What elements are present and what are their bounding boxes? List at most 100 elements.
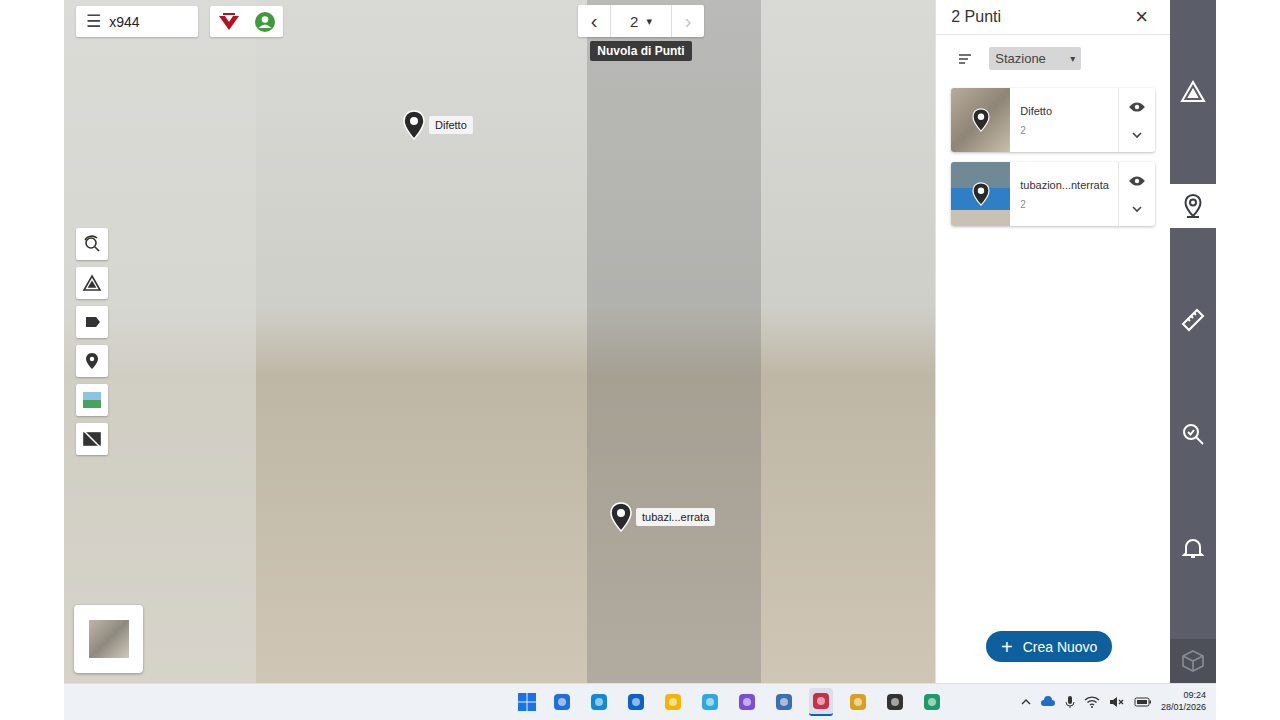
taskbar-app[interactable] bbox=[846, 688, 870, 716]
taskbar-app[interactable] bbox=[624, 688, 648, 716]
station-dropdown[interactable]: 2▾ bbox=[610, 5, 672, 37]
taskbar-app[interactable] bbox=[698, 688, 722, 716]
sort-value: Stazione bbox=[995, 51, 1046, 66]
battery-icon[interactable] bbox=[1134, 697, 1152, 707]
rail-button[interactable] bbox=[1170, 70, 1216, 114]
app-window: ☰x944 ‹2▾›Nuvola di Punti Difetto tubazi...… bbox=[64, 0, 1216, 683]
search-360-icon bbox=[82, 234, 102, 254]
point-card[interactable]: Difetto 2 bbox=[951, 88, 1155, 152]
chevron-down-icon[interactable] bbox=[1131, 205, 1143, 213]
panorama-viewer[interactable]: ☰x944 ‹2▾›Nuvola di Punti Difetto tubazi...… bbox=[64, 0, 935, 683]
sort-row: Stazione ▾ bbox=[936, 35, 1170, 82]
points-list: Difetto 2 tubazion...nterrata 2 bbox=[936, 82, 1170, 226]
point-info: Difetto 2 bbox=[1010, 88, 1118, 152]
tool-button[interactable] bbox=[76, 267, 108, 299]
app-icon bbox=[811, 691, 831, 711]
point-actions bbox=[1118, 162, 1155, 226]
user-icon[interactable] bbox=[254, 11, 276, 33]
tool-button[interactable] bbox=[76, 306, 108, 338]
taskbar-apps bbox=[327, 688, 944, 716]
prev-button[interactable]: ‹ bbox=[578, 5, 610, 37]
map-pin[interactable]: tubazi...errata bbox=[609, 502, 715, 532]
taskbar-app[interactable] bbox=[809, 688, 833, 716]
points-panel: 2 Punti×Stazione▾Difetto2tubazion...nter… bbox=[935, 0, 1170, 683]
dropdown-icon: ▾ bbox=[1070, 53, 1075, 64]
station-selector: ‹2▾› bbox=[578, 5, 704, 37]
speaker-muted-icon[interactable] bbox=[1109, 696, 1125, 708]
app-icon bbox=[589, 692, 609, 712]
taskbar-app[interactable] bbox=[661, 688, 685, 716]
point-name: tubazion...nterrata bbox=[1020, 179, 1114, 191]
create-button[interactable]: + Crea Nuovo bbox=[986, 631, 1112, 662]
app-icon bbox=[848, 692, 868, 712]
minimap-thumbnail[interactable] bbox=[74, 605, 143, 673]
rail-button[interactable] bbox=[1170, 184, 1216, 228]
tool-button[interactable] bbox=[76, 228, 108, 260]
point-name: Difetto bbox=[1020, 105, 1114, 117]
account-box bbox=[210, 6, 283, 37]
taskbar-app[interactable] bbox=[883, 688, 907, 716]
rail-button[interactable] bbox=[1170, 412, 1216, 456]
app-icon bbox=[885, 692, 905, 712]
eye-icon[interactable] bbox=[1129, 175, 1145, 187]
taskbar-app[interactable] bbox=[920, 688, 944, 716]
taskbar-app[interactable] bbox=[587, 688, 611, 716]
image-off-icon bbox=[82, 429, 102, 449]
rail-button[interactable] bbox=[1170, 526, 1216, 570]
sort-select[interactable]: Stazione ▾ bbox=[989, 47, 1081, 70]
panel-footer: + Crea Nuovo bbox=[936, 631, 1170, 683]
pin-icon bbox=[1180, 193, 1206, 219]
left-toolbar bbox=[76, 228, 108, 455]
plus-icon: + bbox=[1001, 637, 1013, 657]
pin-label: tubazi...errata bbox=[636, 508, 715, 526]
point-count: 2 bbox=[1020, 125, 1114, 136]
taskbar-app[interactable] bbox=[550, 688, 574, 716]
time: 09:24 bbox=[1183, 690, 1206, 702]
cloud-icon[interactable] bbox=[1040, 695, 1056, 709]
map-pin[interactable]: Difetto bbox=[402, 110, 473, 140]
clock[interactable]: 09:2428/01/2026 bbox=[1161, 690, 1206, 713]
point-thumbnail bbox=[951, 162, 1010, 226]
point-count: 2 bbox=[1020, 199, 1114, 210]
point-card[interactable]: tubazion...nterrata 2 bbox=[951, 162, 1155, 226]
rail-bottom-button[interactable] bbox=[1170, 639, 1216, 683]
point-info: tubazion...nterrata 2 bbox=[1010, 162, 1118, 226]
minimap-image bbox=[89, 620, 129, 658]
pin-icon bbox=[402, 110, 426, 140]
taskbar-app[interactable] bbox=[772, 688, 796, 716]
chevron-down-icon[interactable] bbox=[1131, 131, 1143, 139]
system-tray: 09:2428/01/2026 bbox=[944, 690, 1217, 713]
point-actions bbox=[1118, 88, 1155, 152]
app-icon bbox=[922, 692, 942, 712]
station-nav: ‹2▾›Nuvola di Punti bbox=[578, 5, 704, 61]
microphone-icon[interactable] bbox=[1065, 695, 1075, 709]
logo-icon[interactable] bbox=[217, 12, 241, 32]
cube-icon bbox=[1180, 648, 1206, 674]
windows-start-icon[interactable] bbox=[517, 692, 537, 712]
pin-icon bbox=[609, 502, 633, 532]
menu-icon[interactable]: ☰ bbox=[86, 11, 101, 32]
tool-button[interactable] bbox=[76, 345, 108, 377]
app-icon bbox=[663, 692, 683, 712]
taskbar-app[interactable] bbox=[735, 688, 759, 716]
project-menu[interactable]: ☰x944 bbox=[76, 6, 198, 37]
tool-button[interactable] bbox=[76, 384, 108, 416]
sort-icon[interactable] bbox=[958, 53, 972, 65]
close-button[interactable]: × bbox=[1135, 6, 1148, 28]
tool-button[interactable] bbox=[76, 423, 108, 455]
triangle-icon bbox=[82, 273, 102, 293]
eye-icon[interactable] bbox=[1129, 101, 1145, 113]
rail-button[interactable] bbox=[1170, 298, 1216, 342]
chevron-up-icon[interactable] bbox=[1021, 698, 1031, 706]
app-icon bbox=[737, 692, 757, 712]
create-label: Crea Nuovo bbox=[1023, 639, 1098, 655]
right-rail bbox=[1170, 0, 1216, 683]
next-button: › bbox=[672, 5, 704, 37]
tag-icon bbox=[82, 312, 102, 332]
bell-icon bbox=[1180, 535, 1206, 561]
taskbar: 09:2428/01/2026 bbox=[64, 683, 1216, 720]
pin-icon bbox=[971, 108, 991, 132]
wifi-icon[interactable] bbox=[1084, 696, 1100, 708]
panorama-photo[interactable] bbox=[64, 0, 935, 683]
panel-title: 2 Punti bbox=[951, 8, 1001, 26]
